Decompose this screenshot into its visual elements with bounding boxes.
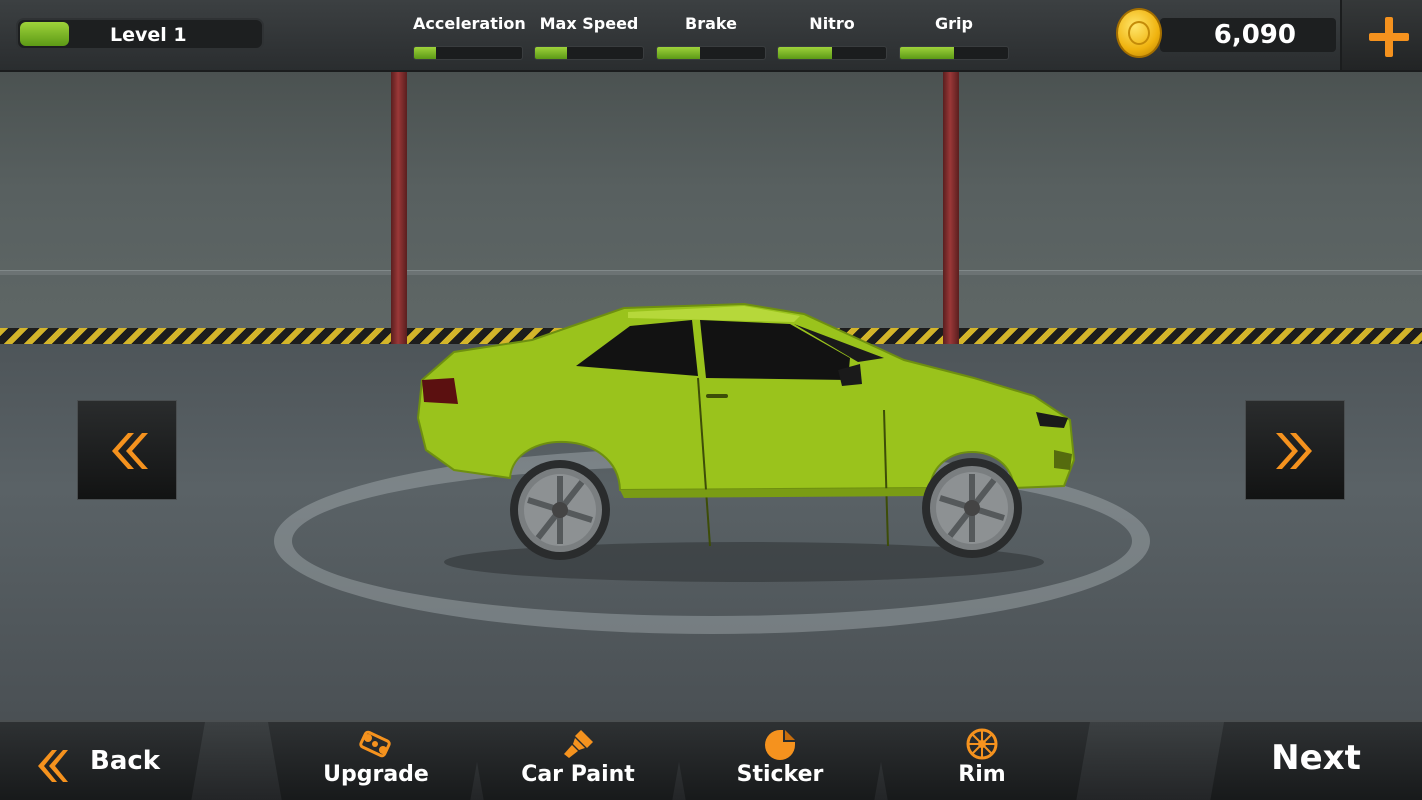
double-chevron-right-icon bbox=[1276, 433, 1312, 469]
sticker-button[interactable]: Sticker bbox=[672, 722, 888, 800]
stat-grip: Grip bbox=[899, 14, 1009, 62]
buy-coins-button[interactable] bbox=[1340, 0, 1422, 70]
level-progress-fill bbox=[20, 22, 69, 46]
next-label: Next bbox=[1271, 738, 1361, 778]
garage-scene bbox=[0, 72, 1422, 720]
paint-brush-icon bbox=[561, 728, 595, 760]
stat-bar bbox=[656, 46, 766, 60]
stat-fill bbox=[535, 47, 568, 59]
red-pillar bbox=[391, 72, 407, 344]
front-wheel bbox=[922, 458, 1022, 558]
double-chevron-left-icon bbox=[112, 433, 148, 469]
level-progress: Level 1 bbox=[16, 18, 264, 50]
upgrade-label: Upgrade bbox=[323, 762, 429, 787]
car-model[interactable] bbox=[414, 300, 1080, 600]
top-hud: Level 1 Acceleration Max Speed Brake Nit… bbox=[0, 0, 1422, 72]
rim-label: Rim bbox=[958, 762, 1006, 787]
prev-car-button[interactable] bbox=[77, 400, 177, 500]
stat-acceleration: Acceleration bbox=[413, 14, 526, 62]
stat-fill bbox=[414, 47, 436, 59]
stat-label: Max Speed bbox=[539, 14, 639, 33]
coin-icon bbox=[1116, 8, 1162, 58]
stat-label: Grip bbox=[935, 14, 973, 33]
sticker-icon bbox=[763, 728, 797, 760]
stat-label: Nitro bbox=[809, 14, 855, 33]
stat-nitro: Nitro bbox=[777, 14, 887, 62]
sticker-label: Sticker bbox=[736, 762, 824, 787]
wall-rail bbox=[0, 270, 1422, 275]
back-button[interactable]: Back bbox=[0, 722, 205, 800]
upgrade-button[interactable]: Upgrade bbox=[268, 722, 484, 800]
level-label: Level 1 bbox=[110, 24, 187, 46]
stat-label: Brake bbox=[685, 14, 737, 33]
rear-wheel bbox=[510, 460, 610, 560]
stat-brake: Brake bbox=[656, 14, 766, 62]
stat-label: Acceleration bbox=[413, 14, 526, 33]
coin-amount: 6,090 bbox=[1213, 20, 1296, 50]
engine-icon bbox=[359, 728, 393, 760]
stat-fill bbox=[657, 47, 701, 59]
rim-icon bbox=[965, 728, 999, 760]
bottom-bar: Back Upgrade Car Paint Sticker Rim Next bbox=[0, 720, 1422, 800]
stat-bar bbox=[777, 46, 887, 60]
stat-bar bbox=[413, 46, 523, 60]
stat-bar bbox=[899, 46, 1009, 60]
next-button[interactable]: Next bbox=[1210, 722, 1422, 800]
car-paint-label: Car Paint bbox=[521, 762, 635, 787]
garage-wall bbox=[0, 72, 1422, 334]
car-paint-button[interactable]: Car Paint bbox=[470, 722, 686, 800]
stat-fill bbox=[778, 47, 832, 59]
stat-fill bbox=[900, 47, 954, 59]
next-car-button[interactable] bbox=[1245, 400, 1345, 500]
double-chevron-left-icon bbox=[38, 750, 68, 782]
back-label: Back bbox=[90, 746, 161, 776]
rim-button[interactable]: Rim bbox=[874, 722, 1090, 800]
stat-max-speed: Max Speed bbox=[534, 14, 644, 62]
stat-bar bbox=[534, 46, 644, 60]
coin-balance: 6,090 bbox=[1160, 18, 1336, 52]
